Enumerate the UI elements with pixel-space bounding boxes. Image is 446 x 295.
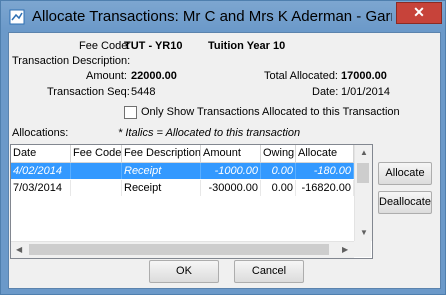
dialog-body: Fee Code: TUT - YR10 Tuition Year 10 Tra… [8, 32, 441, 289]
column-header-fee-description[interactable]: Fee Description [122, 145, 201, 162]
scrollbar-corner [354, 241, 371, 257]
scroll-left-arrow-icon[interactable]: ◀ [16, 246, 22, 254]
allocate-button[interactable]: Allocate [378, 162, 432, 185]
allocations-label: Allocations: [12, 127, 69, 139]
cell-allocate[interactable]: -16820.00 [296, 180, 354, 196]
table-row[interactable]: 7/03/2014 Receipt -30000.00 0.00 -16820.… [11, 180, 354, 196]
column-header-fee-code[interactable]: Fee Code [71, 145, 122, 162]
cell-owing: 0.00 [261, 180, 296, 196]
cell-amount: -30000.00 [201, 180, 261, 196]
fee-code-label: Fee Code: [79, 40, 131, 52]
column-header-date[interactable]: Date [11, 145, 71, 162]
column-header-allocate[interactable]: Allocate [296, 145, 354, 162]
cancel-button[interactable]: Cancel [234, 260, 304, 283]
cell-fee-code [71, 180, 122, 196]
cell-amount: -1000.00 [201, 163, 261, 179]
column-header-amount[interactable]: Amount [201, 145, 261, 162]
cell-fee-code [71, 163, 122, 179]
transaction-seq-label: Transaction Seq: [47, 86, 130, 98]
amount-value: 22000.00 [131, 70, 177, 82]
cell-fee-description: Receipt [122, 163, 201, 179]
allocations-grid[interactable]: Date Fee Code Fee Description Amount Owi… [10, 144, 373, 259]
date-label: Date: [312, 86, 339, 98]
cell-owing: 0.00 [261, 163, 296, 179]
title-bar[interactable]: Allocate Transactions: Mr C and Mrs K Ad… [1, 1, 445, 33]
ok-button[interactable]: OK [149, 260, 219, 283]
total-allocated-label: Total Allocated: [264, 70, 338, 82]
deallocate-button[interactable]: Deallocate [378, 191, 432, 214]
only-show-checkbox[interactable] [124, 106, 137, 119]
amount-label: Amount: [86, 70, 127, 82]
italics-note: * Italics = Allocated to this transactio… [118, 127, 301, 139]
close-button[interactable]: ✕ [396, 2, 442, 24]
window-title: Allocate Transactions: Mr C and Mrs K Ad… [32, 8, 392, 25]
vertical-scrollbar[interactable]: ▲ ▼ [354, 145, 372, 241]
transaction-description-label: Transaction Description: [12, 55, 131, 67]
app-icon [9, 9, 25, 25]
scroll-right-arrow-icon[interactable]: ▶ [342, 246, 348, 254]
horizontal-scroll-thumb[interactable] [29, 244, 329, 255]
scroll-up-arrow-icon[interactable]: ▲ [360, 149, 368, 157]
only-show-label[interactable]: Only Show Transactions Allocated to this… [141, 106, 400, 118]
vertical-scroll-thumb[interactable] [357, 163, 369, 183]
transaction-seq-value: 5448 [131, 86, 156, 98]
cell-allocate[interactable]: -180.00 [296, 163, 354, 179]
total-allocated-value: 17000.00 [341, 70, 387, 82]
date-value: 1/01/2014 [341, 86, 390, 98]
scroll-down-arrow-icon[interactable]: ▼ [360, 229, 368, 237]
cell-fee-description: Receipt [122, 180, 201, 196]
fee-code-description: Tuition Year 10 [208, 40, 286, 52]
cell-date: 4/02/2014 [11, 163, 71, 179]
allocate-transactions-window: Allocate Transactions: Mr C and Mrs K Ad… [0, 0, 446, 295]
column-header-owing[interactable]: Owing [261, 145, 296, 162]
grid-header: Date Fee Code Fee Description Amount Owi… [11, 145, 354, 163]
table-row[interactable]: 4/02/2014 Receipt -1000.00 0.00 -180.00 [11, 163, 354, 179]
cell-date: 7/03/2014 [11, 180, 71, 196]
horizontal-scrollbar[interactable]: ◀ ▶ [11, 241, 354, 258]
fee-code-value: TUT - YR10 [124, 40, 183, 52]
